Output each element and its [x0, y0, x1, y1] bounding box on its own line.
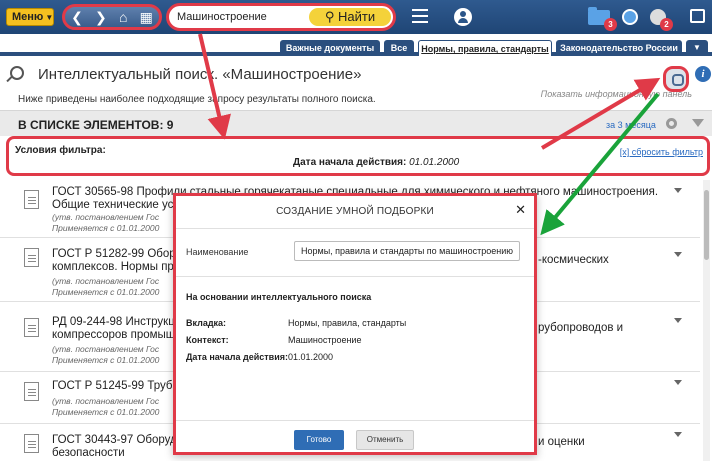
- bell-badge: 2: [660, 18, 673, 31]
- divider: [176, 228, 534, 229]
- filter-icon[interactable]: [692, 119, 704, 127]
- document-icon: [24, 434, 39, 453]
- caret-down-icon: ▼: [45, 13, 54, 22]
- document-effective-date: Применяется с 01.01.2000: [52, 407, 160, 417]
- back-arrow-icon[interactable]: ❮: [71, 9, 83, 26]
- search-box: ⚲ Найти: [166, 3, 396, 31]
- document-approval: (утв. постановлением Гос: [52, 344, 160, 354]
- document-icon: [24, 382, 39, 401]
- date-label: Дата начала действия:: [186, 352, 288, 362]
- filter-value: Дата начала действия: 01.01.2000: [293, 157, 459, 168]
- menu-button[interactable]: Меню ▼: [6, 8, 54, 26]
- filter-conditions: Условия фильтра: Дата начала действия: 0…: [6, 136, 710, 176]
- find-label: Найти: [338, 9, 376, 24]
- document-effective-date: Применяется с 01.01.2000: [52, 223, 160, 233]
- name-label: Наименование: [186, 247, 249, 257]
- results-description: Ниже приведены наиболее подходящие запро…: [18, 94, 376, 105]
- home-icon[interactable]: ⌂: [119, 9, 127, 25]
- dialog-title: СОЗДАНИЕ УМНОЙ ПОДБОРКИ: [276, 206, 434, 217]
- scrollbar[interactable]: [703, 180, 710, 461]
- chevron-down-icon[interactable]: [674, 380, 682, 385]
- forward-arrow-icon[interactable]: ❯: [95, 9, 107, 26]
- gear-icon[interactable]: [666, 118, 677, 129]
- page-title: Интеллектуальный поиск. «Машиностроение»: [38, 66, 362, 83]
- info-icon[interactable]: i: [695, 66, 711, 82]
- top-toolbar: Меню▼ ❮ ❯ ⌂ ▦ ⚲ Найти 3 2: [0, 0, 712, 34]
- magnifier-icon: ⚲: [324, 9, 335, 24]
- chevron-down-icon[interactable]: [674, 252, 682, 257]
- document-approval: (утв. постановлением Гос: [52, 212, 160, 222]
- cancel-button[interactable]: Отменить: [356, 430, 414, 450]
- close-icon[interactable]: ✕: [515, 202, 526, 218]
- name-field[interactable]: [294, 241, 520, 261]
- filter-label: Условия фильтра:: [15, 145, 106, 156]
- divider: [176, 276, 534, 277]
- document-icon: [24, 248, 39, 267]
- filter-field: Дата начала действия:: [293, 157, 407, 168]
- clock-icon[interactable]: [622, 9, 638, 25]
- document-icon: [24, 190, 39, 209]
- tab-russian-legislation[interactable]: Законодательство России: [556, 40, 682, 56]
- document-approval: (утв. постановлением Гос: [52, 276, 160, 286]
- reset-filter-link[interactable]: [x] сбросить фильтр: [620, 147, 703, 157]
- hamburger-icon[interactable]: [412, 9, 428, 23]
- menu-label: Меню: [12, 11, 44, 23]
- period-link[interactable]: за 3 месяца: [606, 120, 656, 130]
- document-approval: (утв. постановлением Гос: [52, 396, 160, 406]
- chevron-down-icon[interactable]: [674, 432, 682, 437]
- find-button[interactable]: ⚲ Найти: [309, 8, 391, 26]
- document-effective-date: Применяется с 01.01.2000: [52, 287, 160, 297]
- scrollbar-thumb[interactable]: [704, 190, 709, 260]
- smart-collection-dialog: СОЗДАНИЕ УМНОЙ ПОДБОРКИ ✕ Наименование Н…: [173, 193, 537, 455]
- chevron-down-icon[interactable]: [674, 318, 682, 323]
- list-count-bar: В СПИСКЕ ЭЛЕМЕНТОВ: 9 за 3 месяца: [0, 110, 712, 136]
- tab-value: Нормы, правила, стандарты: [288, 318, 407, 328]
- done-button[interactable]: Готово: [294, 430, 344, 450]
- user-icon[interactable]: [454, 8, 472, 26]
- tab-label: Вкладка:: [186, 318, 227, 328]
- context-value: Машиностроение: [288, 335, 362, 345]
- grid-menu-icon[interactable]: ▦: [140, 9, 153, 26]
- element-count: В СПИСКЕ ЭЛЕМЕНТОВ: 9: [18, 118, 174, 132]
- document-effective-date: Применяется с 01.01.2000: [52, 355, 160, 365]
- tab-all[interactable]: Все: [384, 40, 414, 56]
- title-tail: -космических: [538, 254, 609, 266]
- filter-date: 01.01.2000: [409, 157, 460, 168]
- chat-icon[interactable]: [690, 9, 705, 23]
- search-icon: [10, 66, 24, 80]
- tab-norms-standards[interactable]: Нормы, правила, стандарты: [418, 40, 552, 56]
- show-info-panel-link[interactable]: Показать информационную панель: [541, 89, 692, 99]
- search-input[interactable]: [177, 9, 307, 25]
- folder-badge: 3: [604, 18, 617, 31]
- tab-bar: Важные документы Все Нормы, правила, ста…: [0, 34, 712, 56]
- basis-heading: На основании интеллектуального поиска: [186, 292, 372, 302]
- divider: [176, 420, 534, 421]
- tabs-dropdown-icon[interactable]: ▼: [686, 40, 708, 56]
- tab-important-docs[interactable]: Важные документы: [280, 40, 380, 56]
- chevron-down-icon[interactable]: [674, 188, 682, 193]
- document-icon: [24, 318, 39, 337]
- date-value: 01.01.2000: [288, 352, 334, 362]
- title-tail: рубопроводов и: [538, 322, 624, 334]
- navigation-group: ❮ ❯ ⌂ ▦: [62, 4, 162, 30]
- title-tail: и оценки: [538, 436, 585, 448]
- context-label: Контекст:: [186, 335, 229, 345]
